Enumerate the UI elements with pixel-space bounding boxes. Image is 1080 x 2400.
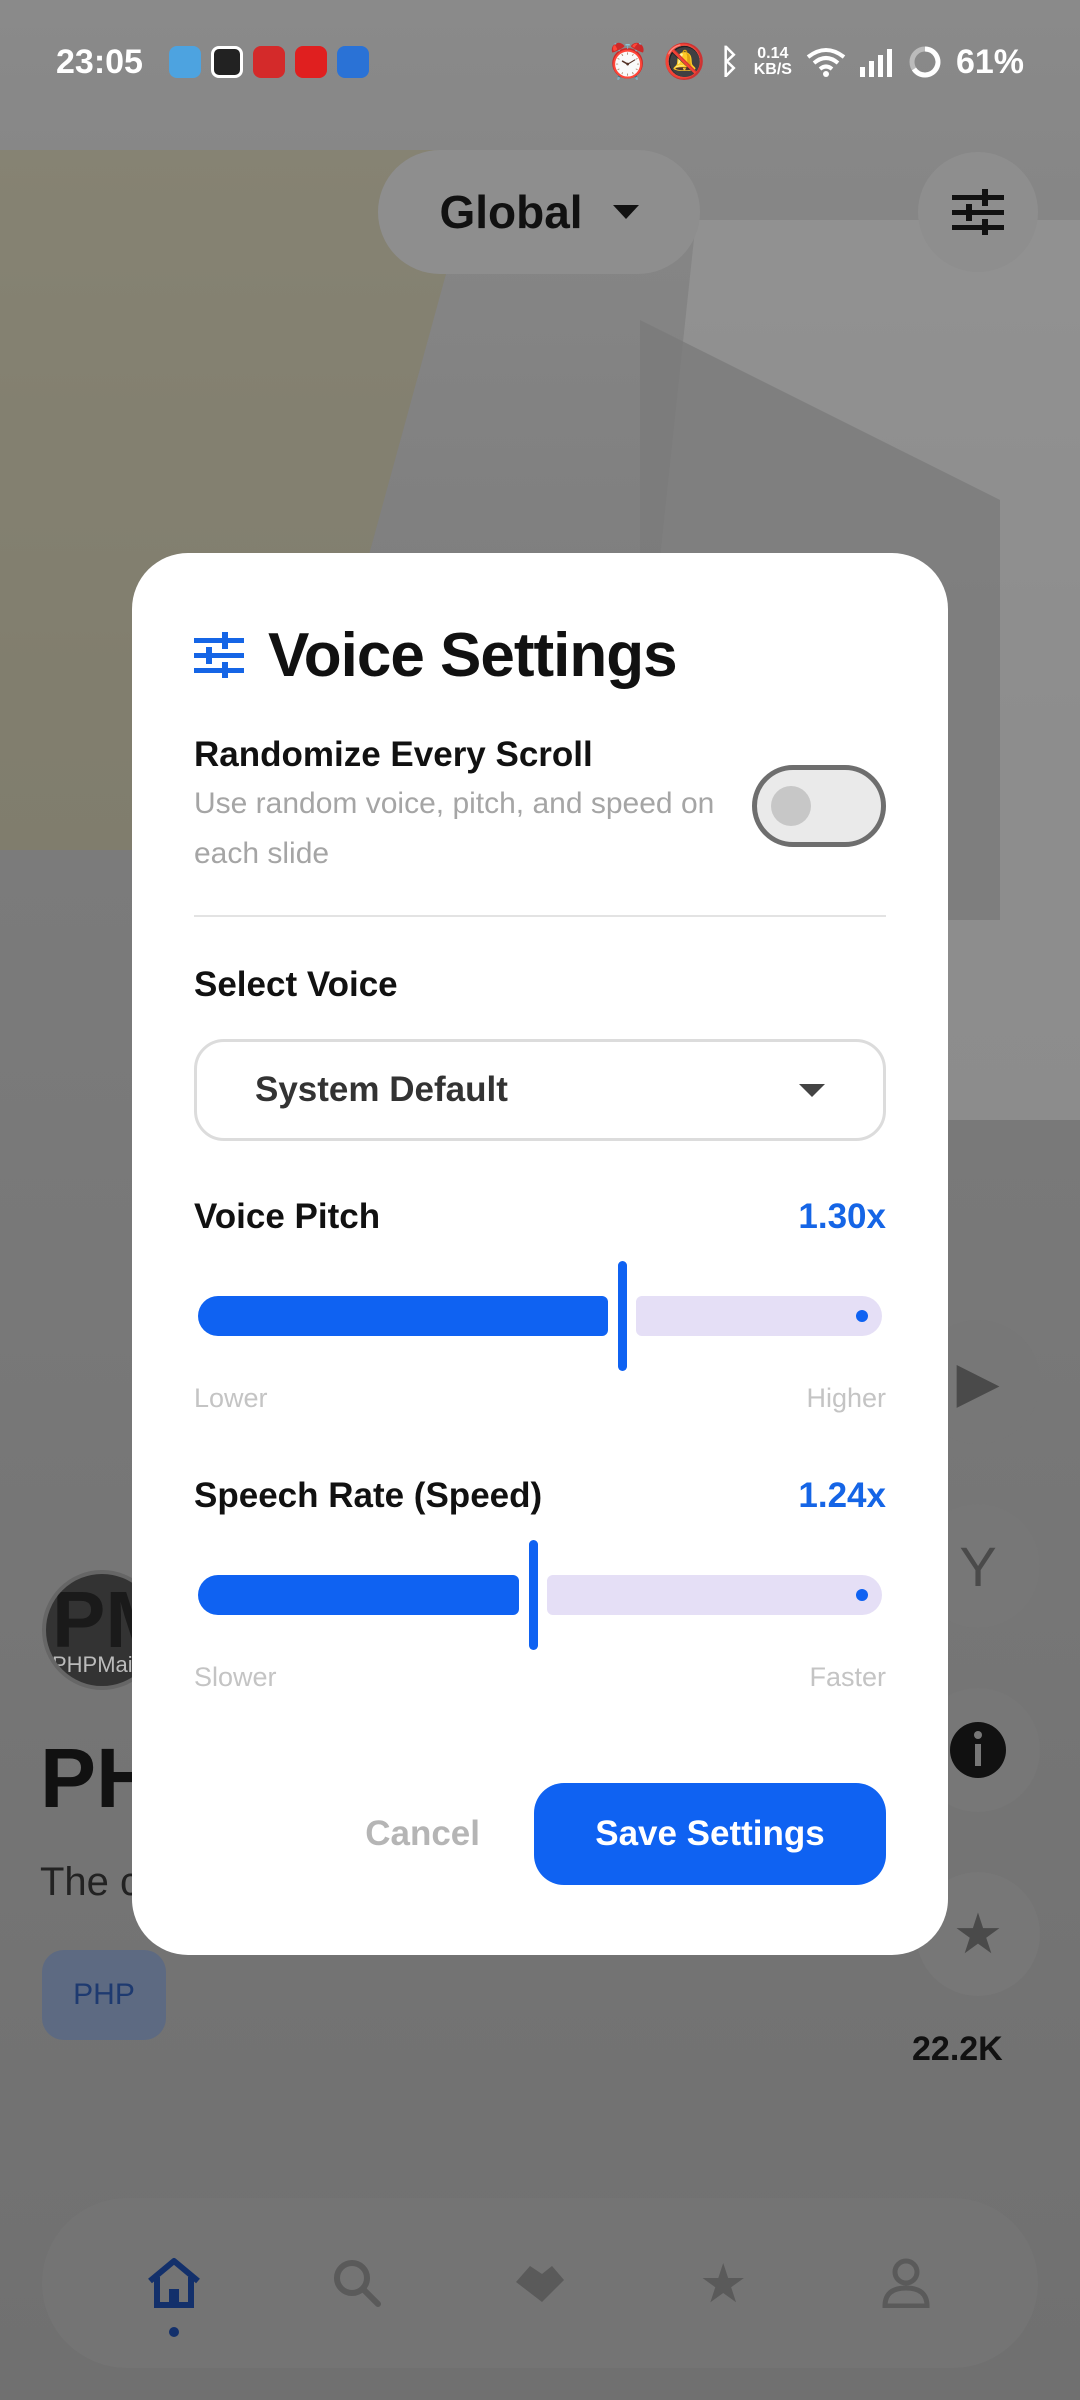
rate-min-label: Slower [194, 1662, 277, 1692]
slider-handle[interactable] [618, 1261, 628, 1371]
battery-percent: 61% [955, 42, 1024, 81]
bottom-nav: ★ [42, 2198, 1038, 2368]
nav-home[interactable] [134, 2243, 214, 2337]
rate-header: Speech Rate (Speed) 1.24x [194, 1476, 886, 1516]
tag-label: PHP [73, 1978, 135, 2011]
star-count: 22.2K [912, 2030, 1003, 2068]
region-dropdown[interactable]: Global [378, 150, 700, 274]
slider-end-dot [856, 1589, 868, 1601]
mute-icon: 🔕 [662, 43, 706, 81]
tune-icon [194, 632, 244, 678]
net-speed: 0.14 KB/S [753, 45, 792, 78]
dialog-actions: Cancel Save Settings [194, 1783, 886, 1885]
fork-icon: Y [959, 1534, 997, 1598]
rate-value: 1.24x [798, 1476, 886, 1515]
search-icon [333, 2260, 381, 2307]
status-bar: 23:05 ⏰ 🔕 ᛒ 0.14 KB/S 61% [0, 0, 1080, 124]
telegram-icon [168, 46, 201, 78]
notification-icons [168, 46, 369, 78]
active-indicator [168, 2327, 179, 2337]
rate-scale: Slower Faster [194, 1662, 886, 1693]
pitch-max-label: Higher [806, 1383, 886, 1413]
select-voice-label: Select Voice [194, 965, 398, 1004]
nav-favorites[interactable]: ★ [683, 2243, 763, 2323]
handshake-icon [515, 2266, 564, 2302]
status-indicators: ⏰ 🔕 ᛒ 0.14 KB/S 61% [607, 42, 1024, 82]
slider-handle[interactable] [529, 1540, 539, 1650]
pitch-scale: Lower Higher [194, 1383, 886, 1414]
dialog-header: Voice Settings [194, 615, 886, 695]
pitch-header: Voice Pitch 1.30x [194, 1197, 886, 1237]
slider-fill [198, 1575, 520, 1615]
slider-track [636, 1296, 882, 1336]
chevron-down-icon [612, 205, 639, 219]
alarm-icon: ⏰ [606, 43, 649, 81]
rate-label: Speech Rate (Speed) [194, 1476, 543, 1515]
randomize-description: Use random voice, pitch, and speed on ea… [194, 787, 715, 870]
nav-profile[interactable] [866, 2243, 946, 2323]
pitch-slider[interactable] [194, 1261, 886, 1371]
app-icon [252, 46, 285, 78]
chevron-down-icon [799, 1083, 825, 1097]
nav-community[interactable] [500, 2243, 580, 2323]
home-icon [147, 2258, 200, 2308]
status-time: 23:05 [56, 42, 143, 81]
dialog-title: Voice Settings [268, 620, 678, 690]
pitch-min-label: Lower [194, 1383, 268, 1413]
voice-settings-dialog: Voice Settings Randomize Every Scroll Us… [132, 553, 948, 1955]
save-settings-button[interactable]: Save Settings [534, 1783, 886, 1885]
airtel-icon [294, 46, 327, 78]
post-description: The c [40, 1860, 141, 1904]
app-icon [210, 46, 243, 78]
avatar-name: PHPMail [52, 1652, 138, 1677]
slider-track [547, 1575, 882, 1615]
filter-button[interactable] [918, 152, 1038, 272]
toggle-knob [771, 786, 811, 826]
star-icon: ★ [952, 1902, 1004, 1965]
wifi-icon [806, 48, 846, 77]
signal-icon [859, 49, 892, 77]
battery-icon [909, 46, 941, 78]
voice-select-value: System Default [255, 1070, 508, 1109]
pitch-value: 1.30x [798, 1197, 886, 1236]
divider [194, 915, 886, 917]
cancel-button[interactable]: Cancel [365, 1814, 480, 1854]
info-icon [950, 1722, 1006, 1778]
save-label: Save Settings [595, 1814, 825, 1853]
pitch-label: Voice Pitch [194, 1197, 381, 1236]
profile-icon [882, 2258, 930, 2308]
slider-end-dot [856, 1310, 868, 1322]
region-label: Global [439, 186, 583, 238]
rate-max-label: Faster [809, 1662, 886, 1692]
voice-select[interactable]: System Default [194, 1039, 886, 1141]
tag-chip[interactable]: PHP [42, 1950, 166, 2040]
randomize-setting: Randomize Every Scroll Use random voice,… [194, 735, 886, 885]
bluetooth-icon: ᛒ [719, 42, 740, 81]
phone-app-icon [336, 46, 369, 78]
star-icon: ★ [698, 2253, 748, 2314]
slider-fill [198, 1296, 609, 1336]
randomize-toggle[interactable] [752, 765, 886, 847]
nav-search[interactable] [317, 2243, 397, 2323]
rate-slider[interactable] [194, 1540, 886, 1650]
tune-icon [952, 189, 1004, 235]
play-icon: ▶ [956, 1350, 1000, 1413]
